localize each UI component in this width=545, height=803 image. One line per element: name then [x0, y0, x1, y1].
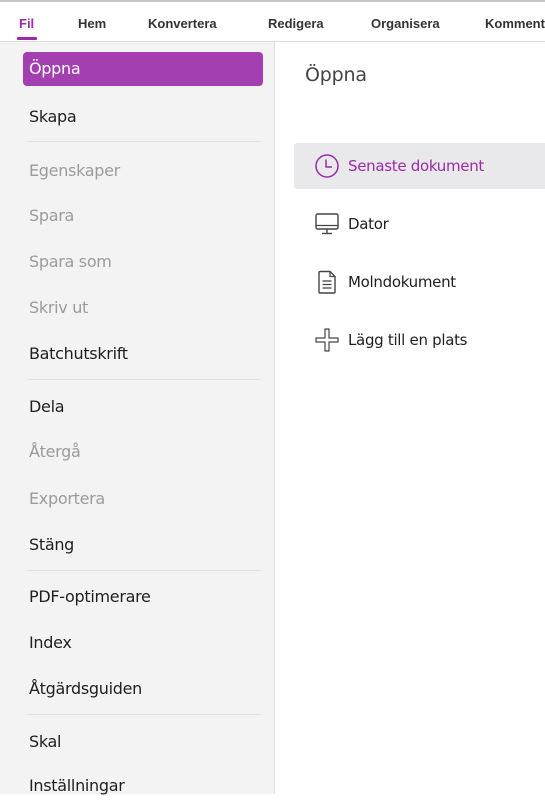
menu-bar: Fil Hem Konvertera Redigera Organisera K… [0, 0, 545, 42]
sidebar-item-skriv-ut: Skriv ut [29, 298, 89, 317]
monitor-icon [315, 213, 339, 235]
sidebar-divider [28, 714, 260, 715]
sidebar-item-batchutskrift[interactable]: Batchutskrift [23, 337, 263, 371]
sidebar-item-stang[interactable]: Stäng [23, 528, 263, 562]
sidebar-item-installningar[interactable]: Inställningar [23, 769, 263, 803]
sidebar-item-atgardsguiden[interactable]: Åtgärdsguiden [23, 672, 263, 706]
sidebar-item-pdf-optimerare[interactable]: PDF-optimerare [23, 580, 263, 614]
tab-kommentar[interactable]: Kommentar [485, 16, 545, 31]
sidebar-item-exportera: Exportera [29, 489, 105, 508]
location-cloud-documents[interactable]: Molndokument [294, 259, 545, 305]
sidebar-item-oppna[interactable]: Öppna [23, 52, 263, 86]
sidebar-item-spara-som: Spara som [29, 252, 112, 271]
tab-redigera[interactable]: Redigera [268, 16, 324, 31]
file-sidebar: Öppna Skapa Egenskaper Spara Spara som S… [0, 42, 275, 795]
sidebar-item-skal[interactable]: Skal [23, 725, 263, 759]
sidebar-item-egenskaper: Egenskaper [29, 161, 120, 180]
sidebar-item-index[interactable]: Index [23, 626, 263, 660]
location-recent-documents[interactable]: Senaste dokument [294, 143, 545, 189]
sidebar-item-dela[interactable]: Dela [23, 390, 263, 424]
tab-organisera[interactable]: Organisera [371, 16, 440, 31]
sidebar-divider [28, 570, 260, 571]
sidebar-item-atergа: Återgå [29, 442, 81, 461]
sidebar-divider [28, 141, 260, 142]
sidebar-item-spara: Spara [29, 206, 75, 225]
document-icon [318, 270, 336, 294]
tab-fil[interactable]: Fil [16, 16, 38, 40]
page-title: Öppna [305, 64, 367, 86]
location-label: Molndokument [348, 273, 456, 291]
location-label: Senaste dokument [348, 157, 485, 175]
sidebar-divider [28, 379, 260, 380]
location-label: Lägg till en plats [348, 331, 468, 349]
plus-icon [315, 328, 339, 352]
location-computer[interactable]: Dator [294, 201, 545, 247]
sidebar-item-skapa[interactable]: Skapa [23, 100, 263, 134]
location-label: Dator [348, 215, 389, 233]
tab-hem[interactable]: Hem [78, 16, 106, 31]
clock-icon [315, 154, 339, 178]
location-add-place[interactable]: Lägg till en plats [294, 317, 545, 363]
tab-konvertera[interactable]: Konvertera [148, 16, 217, 31]
